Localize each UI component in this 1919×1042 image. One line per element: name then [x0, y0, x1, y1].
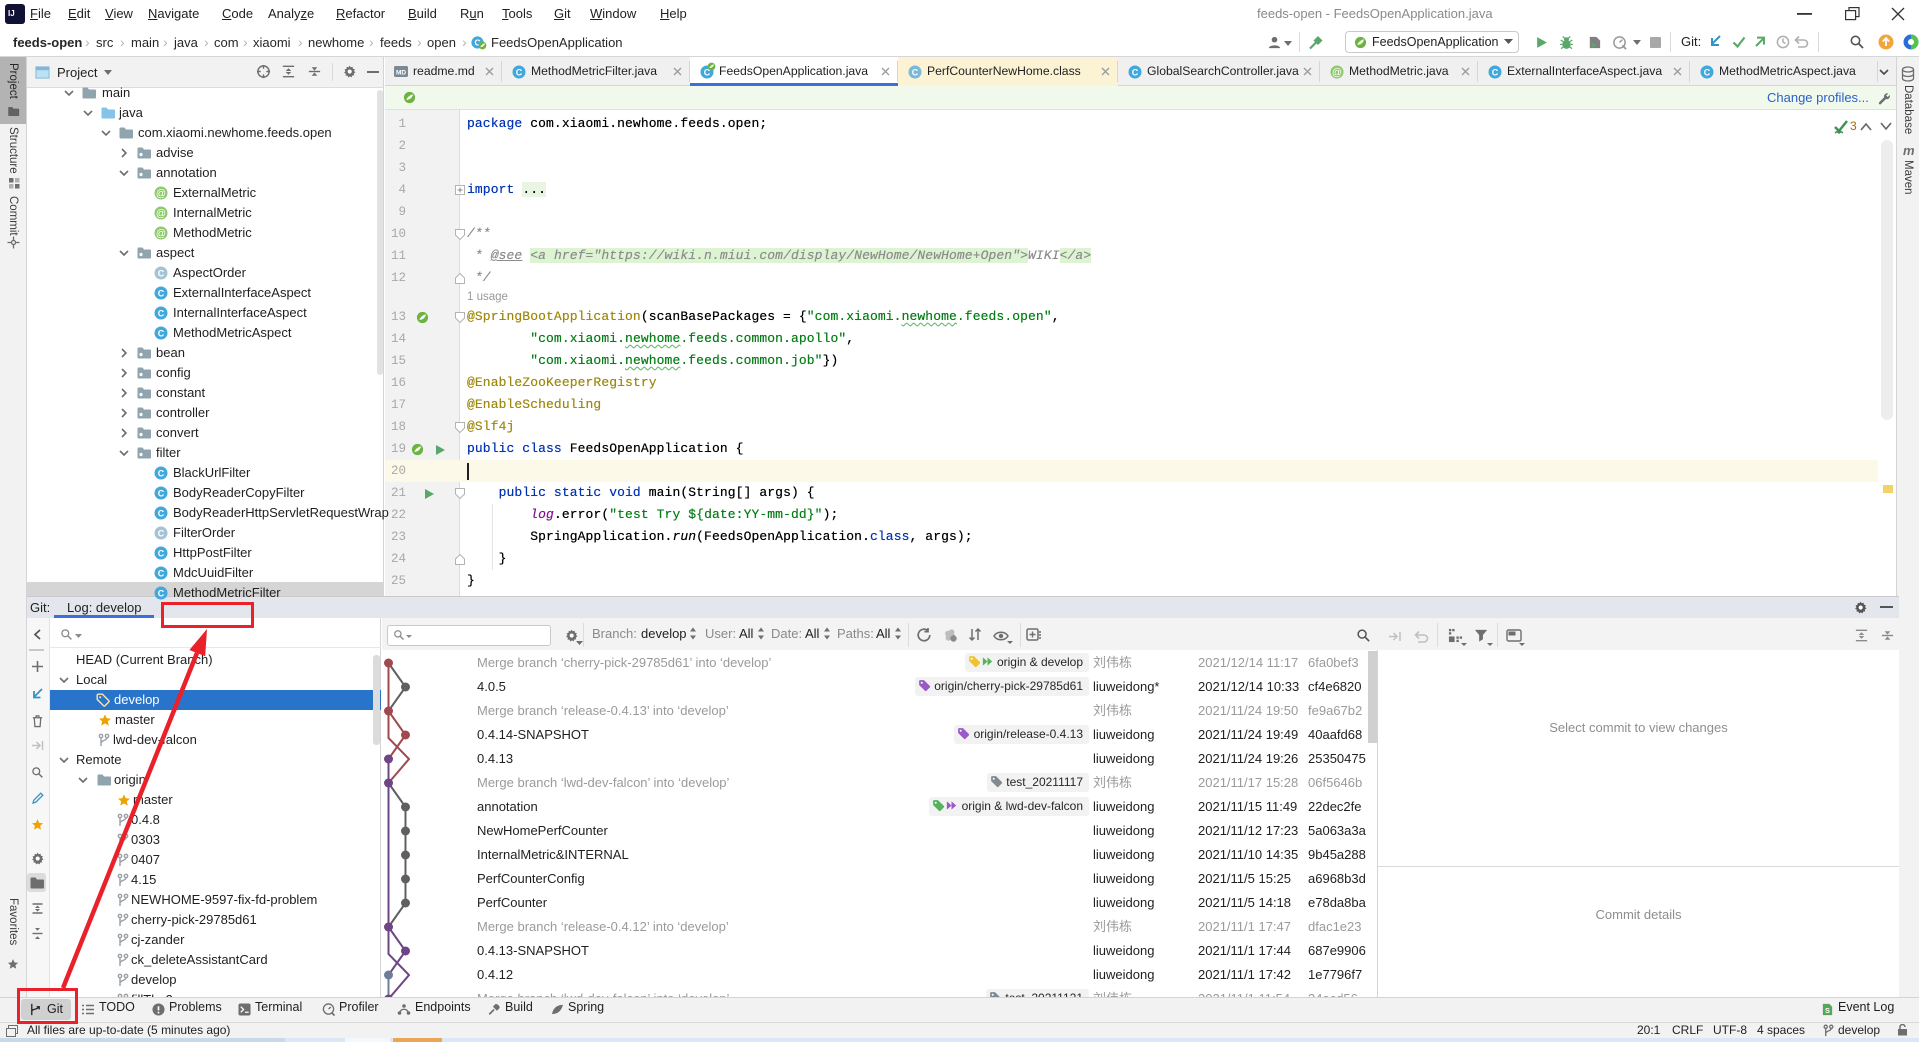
svg-text:C: C — [158, 528, 165, 538]
svg-text:C: C — [158, 508, 165, 518]
svg-text:C: C — [912, 67, 919, 77]
svg-text:C: C — [158, 328, 165, 338]
svg-text:C: C — [1492, 67, 1499, 77]
svg-text:C: C — [158, 268, 165, 278]
svg-text:C: C — [516, 67, 523, 77]
svg-text:C: C — [158, 308, 165, 318]
svg-text:C: C — [158, 288, 165, 298]
svg-text:@: @ — [156, 209, 166, 220]
svg-text:@: @ — [156, 189, 166, 200]
svg-text:C: C — [158, 488, 165, 498]
svg-text:C: C — [158, 568, 165, 578]
svg-text:S: S — [1825, 1006, 1830, 1015]
svg-text:C: C — [158, 468, 165, 478]
svg-text:C: C — [1704, 67, 1711, 77]
svg-text:C: C — [158, 548, 165, 558]
svg-text:MD: MD — [396, 70, 406, 77]
svg-text:C: C — [1132, 67, 1139, 77]
svg-text:@: @ — [1332, 68, 1342, 79]
svg-text:@: @ — [156, 229, 166, 240]
